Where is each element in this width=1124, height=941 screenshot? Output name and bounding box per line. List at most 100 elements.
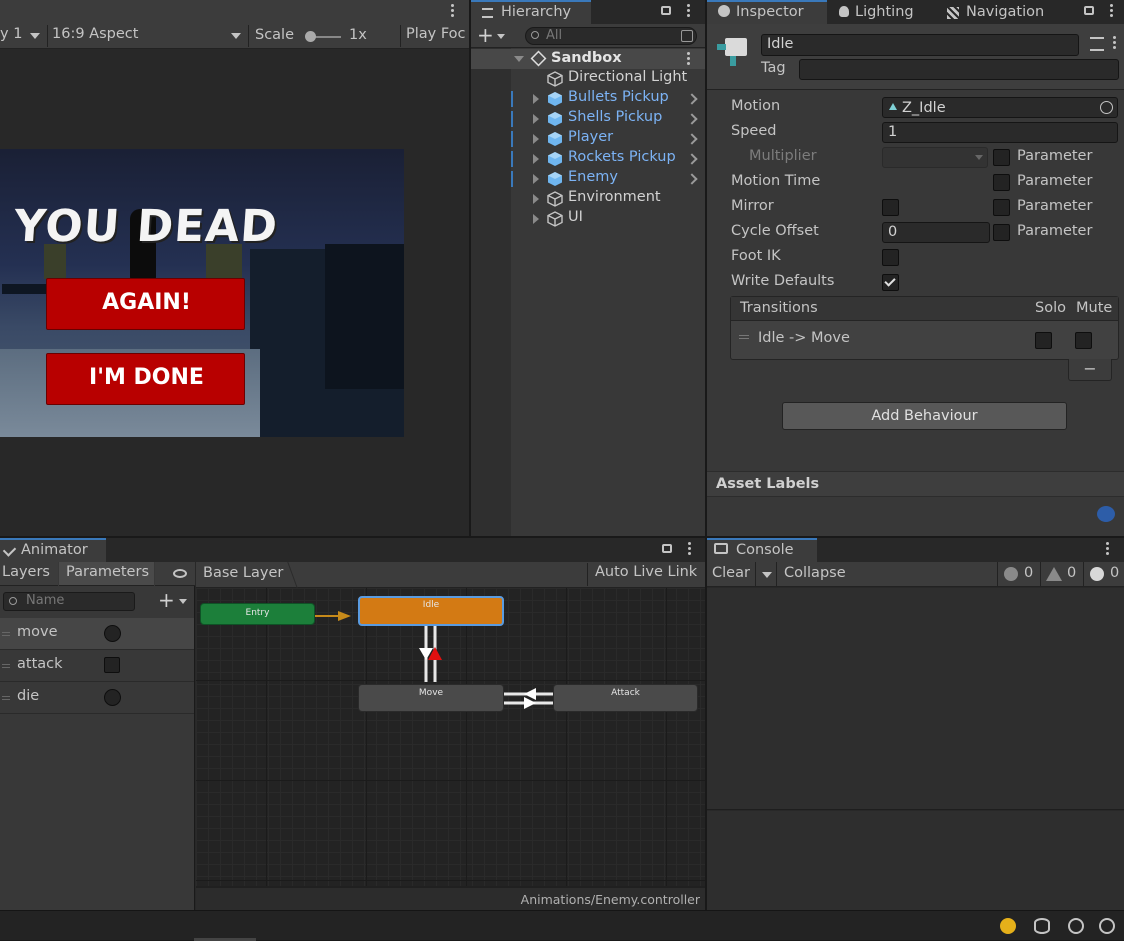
- trigger-radio[interactable]: [104, 625, 121, 642]
- error-toggle[interactable]: 0: [997, 562, 1039, 587]
- again-button[interactable]: AGAIN!: [46, 278, 245, 330]
- parameter-search-input[interactable]: Name: [3, 592, 135, 611]
- expand-arrow-icon[interactable]: [533, 154, 539, 164]
- collab-check-icon[interactable]: [1099, 918, 1115, 934]
- expand-arrow-icon[interactable]: [533, 174, 539, 184]
- add-parameter-icon[interactable]: +: [158, 588, 175, 612]
- hierarchy-item[interactable]: UI: [471, 209, 705, 229]
- transition-item[interactable]: Idle -> Move: [731, 321, 1118, 359]
- open-prefab-chevron-icon[interactable]: [686, 133, 698, 145]
- aspect-dropdown[interactable]: 16:9 Aspect: [47, 25, 245, 47]
- open-prefab-chevron-icon[interactable]: [686, 93, 698, 105]
- tab-console[interactable]: Console: [707, 538, 817, 562]
- multiplier-parameter-checkbox[interactable]: [993, 149, 1010, 166]
- open-prefab-chevron-icon[interactable]: [686, 173, 698, 185]
- cycle-offset-parameter-checkbox[interactable]: [993, 224, 1010, 241]
- scale-slider-thumb[interactable]: [305, 31, 316, 42]
- motion-time-parameter-checkbox[interactable]: [993, 174, 1010, 191]
- add-icon[interactable]: +: [477, 25, 494, 45]
- add-behaviour-button[interactable]: Add Behaviour: [782, 402, 1067, 430]
- parameter-row[interactable]: die: [0, 682, 194, 714]
- expand-arrow-icon[interactable]: [514, 56, 524, 62]
- object-picker-icon[interactable]: [1100, 101, 1113, 114]
- hierarchy-item[interactable]: Directional Light: [471, 69, 705, 89]
- warning-toggle[interactable]: 0: [1040, 562, 1082, 587]
- mirror-parameter-checkbox[interactable]: [993, 199, 1010, 216]
- display-dropdown[interactable]: y 1: [0, 25, 44, 47]
- console-menu-icon[interactable]: [1106, 542, 1109, 557]
- scale-control[interactable]: Scale 1x: [248, 25, 396, 47]
- clear-button[interactable]: Clear: [712, 565, 750, 581]
- hierarchy-search-input[interactable]: All: [525, 27, 697, 45]
- log-toggle[interactable]: 0: [1083, 562, 1124, 587]
- add-dropdown-arrow-icon[interactable]: [497, 34, 505, 39]
- foot-ik-checkbox[interactable]: [882, 249, 899, 266]
- horizontal-splitter[interactable]: [0, 536, 1124, 538]
- drag-handle-icon[interactable]: [739, 335, 749, 339]
- state-name-field[interactable]: Idle: [761, 34, 1079, 56]
- hierarchy-item[interactable]: Player: [471, 129, 705, 149]
- open-prefab-chevron-icon[interactable]: [686, 113, 698, 125]
- idle-state-node[interactable]: Idle: [358, 596, 504, 626]
- write-defaults-checkbox[interactable]: [882, 274, 899, 291]
- parameter-row[interactable]: move: [0, 618, 194, 650]
- eye-icon[interactable]: [173, 569, 187, 578]
- auto-generate-lighting-icon[interactable]: [1068, 918, 1084, 934]
- bool-checkbox[interactable]: [104, 657, 120, 673]
- lock-icon[interactable]: [1084, 6, 1094, 15]
- expand-arrow-icon[interactable]: [533, 214, 539, 224]
- expand-arrow-icon[interactable]: [533, 114, 539, 124]
- auto-live-link-button[interactable]: Auto Live Link: [587, 563, 703, 586]
- tab-inspector[interactable]: Inspector: [707, 0, 827, 24]
- trigger-radio[interactable]: [104, 689, 121, 706]
- drag-handle-icon[interactable]: [2, 664, 10, 668]
- hierarchy-item[interactable]: Enemy: [471, 169, 705, 189]
- parameters-tab[interactable]: Parameters: [59, 562, 154, 586]
- clear-dropdown-icon[interactable]: [755, 562, 777, 587]
- layers-tab[interactable]: Layers: [0, 562, 58, 586]
- move-state-node[interactable]: Move: [358, 684, 504, 712]
- hierarchy-menu-icon[interactable]: [687, 4, 690, 19]
- tab-hierarchy[interactable]: Hierarchy: [471, 0, 591, 24]
- entry-state-node[interactable]: Entry: [200, 603, 315, 625]
- cache-server-icon[interactable]: [1034, 918, 1050, 934]
- inspector-menu-icon[interactable]: [1110, 4, 1113, 19]
- tab-animator[interactable]: Animator: [0, 538, 106, 562]
- scene-row[interactable]: Sandbox: [471, 49, 705, 69]
- lock-icon[interactable]: [662, 544, 672, 553]
- cycle-offset-field[interactable]: 0: [882, 222, 990, 243]
- attack-state-node[interactable]: Attack: [553, 684, 698, 712]
- mute-checkbox[interactable]: [1075, 332, 1092, 349]
- motion-field[interactable]: Z_Idle: [882, 97, 1118, 118]
- open-prefab-chevron-icon[interactable]: [686, 153, 698, 165]
- tab-lighting[interactable]: Lighting: [829, 0, 935, 24]
- solo-checkbox[interactable]: [1035, 332, 1052, 349]
- label-tag-icon[interactable]: [1097, 506, 1115, 522]
- remove-transition-button[interactable]: −: [1068, 359, 1112, 381]
- game-view-menu-icon[interactable]: [451, 4, 454, 19]
- lock-icon[interactable]: [661, 6, 671, 15]
- drag-handle-icon[interactable]: [2, 696, 10, 700]
- mirror-checkbox[interactable]: [882, 199, 899, 216]
- hierarchy-item[interactable]: Environment: [471, 189, 705, 209]
- parameter-row[interactable]: attack: [0, 650, 194, 682]
- scene-menu-icon[interactable]: [687, 52, 690, 67]
- expand-search-icon[interactable]: [681, 30, 693, 42]
- debug-bug-icon[interactable]: [1000, 918, 1016, 934]
- preset-icon[interactable]: [1090, 37, 1104, 51]
- expand-arrow-icon[interactable]: [533, 134, 539, 144]
- tab-navigation[interactable]: Navigation: [937, 0, 1067, 24]
- vertical-splitter[interactable]: [705, 0, 707, 910]
- done-button[interactable]: I'M DONE: [46, 353, 245, 405]
- hierarchy-item[interactable]: Rockets Pickup: [471, 149, 705, 169]
- breadcrumb-base-layer[interactable]: Base Layer: [203, 565, 283, 581]
- play-focus-dropdown[interactable]: Play Foc: [400, 25, 469, 47]
- add-parameter-dropdown-icon[interactable]: [179, 599, 187, 604]
- hierarchy-item[interactable]: Shells Pickup: [471, 109, 705, 129]
- tag-field[interactable]: [799, 59, 1119, 80]
- hierarchy-item[interactable]: Bullets Pickup: [471, 89, 705, 109]
- animator-menu-icon[interactable]: [688, 542, 691, 557]
- vertical-splitter[interactable]: [469, 0, 471, 536]
- expand-arrow-icon[interactable]: [533, 94, 539, 104]
- drag-handle-icon[interactable]: [2, 632, 10, 636]
